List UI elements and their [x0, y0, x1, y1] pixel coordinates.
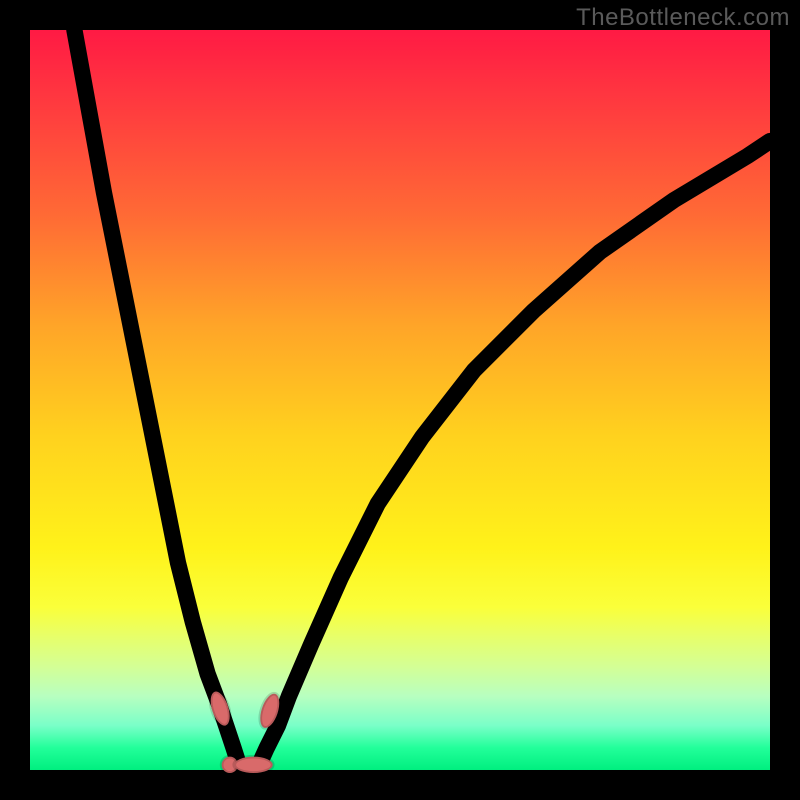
watermark-text: TheBottleneck.com: [576, 4, 790, 32]
left-branch-curve: [74, 30, 238, 764]
marker-3: [234, 757, 272, 773]
right-branch-curve: [259, 141, 770, 764]
marker-0: [207, 689, 233, 728]
chart-root: TheBottleneck.com: [0, 0, 800, 800]
curves-svg: [30, 30, 770, 770]
plot-area: [30, 30, 770, 770]
